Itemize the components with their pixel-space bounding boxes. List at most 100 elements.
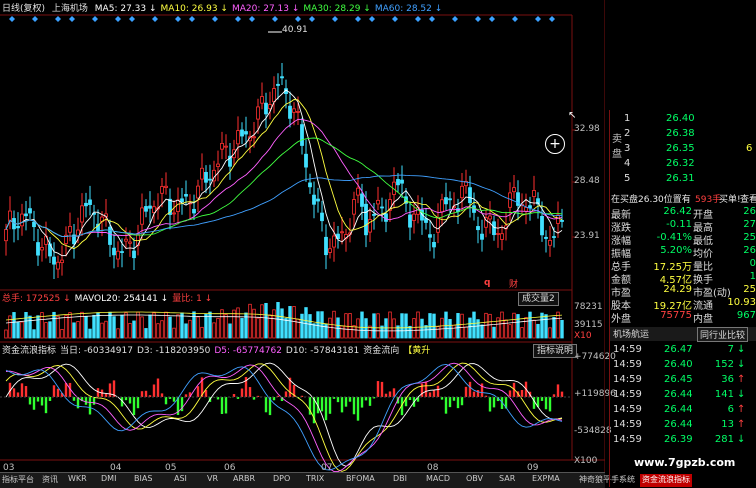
- volume-bar: [529, 312, 532, 338]
- order-note-link-2[interactable]: 查看详: [740, 192, 756, 205]
- volume-bar: [353, 326, 356, 338]
- volume-bar: [45, 323, 48, 338]
- flow-bar: [37, 397, 39, 402]
- volume-bar: [189, 320, 192, 338]
- indicator-tab[interactable]: 资讯: [42, 474, 58, 487]
- order-note-link[interactable]: 买单!: [719, 192, 741, 205]
- candle: [461, 186, 464, 197]
- volume-bar: [213, 323, 216, 338]
- flow-line: [6, 363, 562, 471]
- candle: [257, 107, 260, 119]
- candle: [433, 242, 436, 247]
- candle: [33, 222, 36, 226]
- flow-legend-item: 【黄升: [403, 346, 430, 356]
- volume-axis-label: X10: [574, 331, 592, 341]
- flow-legend-item: D5: -65774762: [214, 346, 282, 356]
- tick-volume: 152: [712, 359, 734, 370]
- volume-indicator-button[interactable]: 成交量2: [518, 292, 559, 306]
- crosshair-icon: +: [545, 134, 565, 154]
- quote-value: 1: [722, 271, 756, 282]
- flow-bar: [89, 397, 91, 414]
- candle: [437, 218, 440, 232]
- order-price: 26.35: [666, 143, 695, 154]
- candle: [141, 208, 144, 224]
- candle: [533, 190, 536, 196]
- candlestick-chart[interactable]: [0, 0, 605, 472]
- tick-price: 26.44: [664, 419, 693, 430]
- indicator-help-button[interactable]: 指标说明: [533, 344, 577, 358]
- volume-bar: [89, 329, 92, 338]
- flow-bar: [509, 390, 511, 397]
- indicator-tab[interactable]: DMI: [101, 474, 116, 487]
- candle: [53, 257, 56, 264]
- tab-industry[interactable]: 机场航运: [613, 327, 649, 340]
- fundamentals-mark-q[interactable]: q: [484, 278, 490, 288]
- indicator-tab[interactable]: BFOMA: [346, 474, 375, 487]
- indicator-tab[interactable]: OBV: [466, 474, 483, 487]
- order-note-text: 在买盘26.30位置有: [611, 192, 691, 205]
- indicator-tab[interactable]: DBI: [393, 474, 407, 487]
- candle: [297, 111, 300, 112]
- candle: [117, 251, 120, 259]
- flow-bar: [153, 384, 155, 397]
- volume-bar: [425, 326, 428, 338]
- volume-bar: [373, 314, 376, 338]
- event-marker-icon: [295, 16, 301, 22]
- tick-volume: 7: [712, 344, 734, 355]
- candle: [545, 237, 548, 238]
- order-book-row[interactable]: 126.40: [610, 113, 756, 126]
- indicator-tab[interactable]: ARBR: [233, 474, 255, 487]
- candle: [497, 233, 500, 234]
- order-book-row[interactable]: 226.38: [610, 128, 756, 141]
- indicator-tab[interactable]: TRIX: [306, 474, 324, 487]
- flow-bar: [361, 397, 363, 408]
- order-level: 5: [624, 173, 630, 184]
- flow-bar: [33, 397, 35, 410]
- flow-bar: [249, 387, 251, 397]
- flow-bar: [493, 397, 495, 407]
- indicator-tab[interactable]: 指标平台: [2, 474, 34, 487]
- indicator-tab[interactable]: SAR: [499, 474, 515, 487]
- indicator-tab[interactable]: VR: [207, 474, 218, 487]
- indicator-tab[interactable]: WKR: [68, 474, 87, 487]
- ma-line: [6, 90, 562, 256]
- volume-bar: [417, 312, 420, 338]
- indicator-tab[interactable]: EXPMA: [532, 474, 560, 487]
- volume-bar: [473, 312, 476, 338]
- volume-bar: [169, 317, 172, 338]
- volume-bar: [121, 315, 124, 338]
- candle: [313, 195, 316, 204]
- volume-legend: 总手: 172525 ↓MAVOL20: 254141 ↓量比: 1 ↓: [2, 293, 216, 305]
- order-book-row[interactable]: 526.31: [610, 173, 756, 186]
- flow-bar: [53, 385, 55, 397]
- volume-axis-label: 39115: [574, 320, 603, 330]
- indicator-tab[interactable]: ASI: [174, 474, 187, 487]
- candle: [281, 77, 284, 78]
- flow-bar: [365, 397, 367, 400]
- candle: [293, 109, 296, 112]
- candle: [161, 187, 164, 194]
- flow-bar: [25, 386, 27, 397]
- candle: [129, 242, 132, 243]
- flow-line: [6, 363, 562, 466]
- flow-bar: [165, 397, 167, 404]
- indicator-tab[interactable]: BIAS: [134, 474, 152, 487]
- indicator-tab[interactable]: DPO: [273, 474, 290, 487]
- candle: [201, 168, 204, 179]
- order-book-row[interactable]: 426.32: [610, 158, 756, 171]
- order-note[interactable]: 在买盘26.30位置有 593手 买单! 查看详: [610, 192, 756, 205]
- quote-row: 最新26.42开盘26: [610, 206, 756, 219]
- quote-value: 26.42: [644, 206, 692, 217]
- indicator-tab[interactable]: MACD: [426, 474, 450, 487]
- tab-peer-compare[interactable]: 同行业比较: [697, 327, 748, 342]
- flow-bar: [173, 397, 175, 402]
- flow-bar: [337, 397, 339, 402]
- fundamentals-mark-report[interactable]: 财: [509, 277, 518, 290]
- volume-bar: [321, 312, 324, 338]
- candle: [29, 209, 32, 213]
- order-book-row[interactable]: 326.356: [610, 143, 756, 156]
- candle: [121, 252, 124, 253]
- flow-bar: [433, 391, 435, 397]
- flow-bar: [241, 389, 243, 397]
- ma-line: [6, 138, 562, 237]
